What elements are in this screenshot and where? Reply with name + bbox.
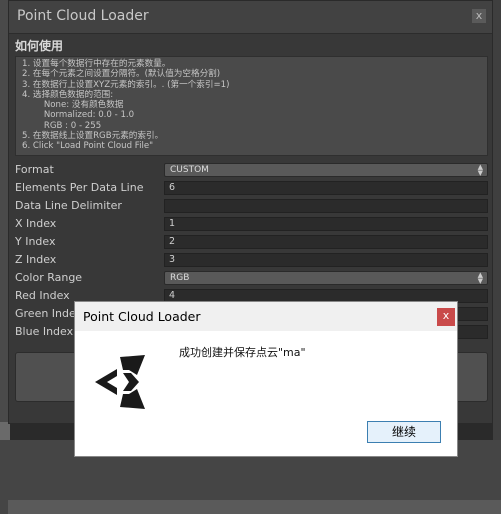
row-color-range: Color Range RGB ▲ ▼ bbox=[15, 270, 488, 286]
row-format: Format CUSTOM ▲ ▼ bbox=[15, 162, 488, 178]
color-range-value: RGB bbox=[170, 273, 190, 283]
z-index-input[interactable]: 3 bbox=[164, 253, 488, 267]
elements-per-line-input[interactable]: 6 bbox=[164, 181, 488, 195]
dialog-body: 成功创建并保存点云"ma" 继续 bbox=[75, 331, 457, 456]
editor-status-strip bbox=[8, 500, 501, 514]
y-index-input[interactable]: 2 bbox=[164, 235, 488, 249]
row-y-index: Y Index 2 bbox=[15, 234, 488, 250]
dialog-title: Point Cloud Loader bbox=[83, 309, 201, 324]
dropdown-arrows-icon: ▲ ▼ bbox=[477, 271, 483, 285]
row-z-index: Z Index 3 bbox=[15, 252, 488, 268]
color-range-dropdown[interactable]: RGB ▲ ▼ bbox=[164, 271, 488, 285]
help-box: 1. 设置每个数据行中存在的元素数量。 2. 在每个元素之间设置分隔符。(默认值… bbox=[15, 56, 488, 156]
help-line: 4. 选择颜色数据的范围: bbox=[22, 89, 114, 100]
unity-logo-icon bbox=[95, 355, 145, 409]
help-line: 6. Click "Load Point Cloud File" bbox=[22, 141, 154, 152]
delimiter-label: Data Line Delimiter bbox=[15, 199, 122, 212]
green-index-label: Green Index bbox=[15, 307, 83, 320]
blue-index-label: Blue Index bbox=[15, 325, 74, 338]
window-title: Point Cloud Loader bbox=[17, 8, 149, 24]
window-close-button[interactable]: x bbox=[472, 9, 486, 23]
red-index-label: Red Index bbox=[15, 289, 70, 302]
continue-button[interactable]: 继续 bbox=[367, 421, 441, 443]
help-line: 2. 在每个元素之间设置分隔符。(默认值为空格分割) bbox=[22, 69, 221, 80]
section-title: 如何使用 bbox=[15, 39, 64, 53]
help-line: None: 没有颜色数据 bbox=[22, 100, 124, 111]
row-elements-per-line: Elements Per Data Line 6 bbox=[15, 180, 488, 196]
elements-per-line-label: Elements Per Data Line bbox=[15, 181, 144, 194]
x-index-input[interactable]: 1 bbox=[164, 217, 488, 231]
dropdown-arrows-icon: ▲ ▼ bbox=[477, 163, 483, 177]
window-titlebar[interactable]: Point Cloud Loader x bbox=[9, 1, 492, 34]
help-line: 3. 在数据行上设置XYZ元素的索引。. (第一个索引=1) bbox=[22, 79, 230, 90]
format-value: CUSTOM bbox=[170, 165, 209, 175]
help-line: RGB : 0 - 255 bbox=[22, 120, 102, 131]
x-index-label: X Index bbox=[15, 217, 57, 230]
message-dialog: Point Cloud Loader x 成功创建并保存点云"ma" 继续 bbox=[74, 301, 458, 457]
dialog-close-button[interactable]: x bbox=[437, 308, 455, 326]
format-dropdown[interactable]: CUSTOM ▲ ▼ bbox=[164, 163, 488, 177]
help-line: Normalized: 0.0 - 1.0 bbox=[22, 110, 135, 121]
dialog-message: 成功创建并保存点云"ma" bbox=[179, 346, 306, 359]
editor-right-edge bbox=[493, 0, 501, 514]
y-index-label: Y Index bbox=[15, 235, 56, 248]
editor-tab-marker bbox=[0, 422, 10, 440]
z-index-label: Z Index bbox=[15, 253, 57, 266]
row-delimiter: Data Line Delimiter bbox=[15, 198, 488, 214]
format-label: Format bbox=[15, 163, 54, 176]
help-line: 1. 设置每个数据行中存在的元素数量。 bbox=[22, 59, 171, 69]
color-range-label: Color Range bbox=[15, 271, 83, 284]
delimiter-input[interactable] bbox=[164, 199, 488, 213]
help-line: 5. 在数据线上设置RGB元素的索引。 bbox=[22, 131, 164, 142]
row-x-index: X Index 1 bbox=[15, 216, 488, 232]
